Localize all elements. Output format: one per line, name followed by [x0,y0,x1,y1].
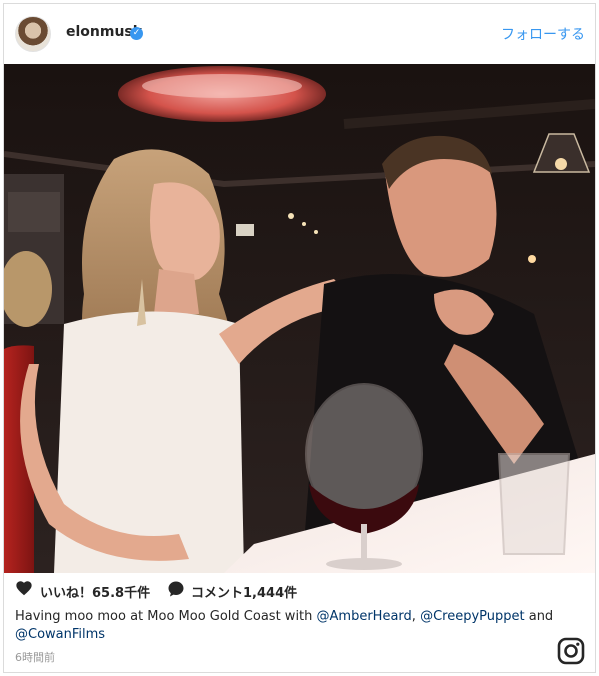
avatar[interactable] [15,16,51,52]
caption-text: , [411,609,421,624]
verified-badge-icon: ✓ [130,27,143,40]
caption-text: Having moo moo at Moo Moo Gold Coast wit… [15,609,317,624]
mention-link[interactable]: @AmberHeard [317,609,412,624]
post-actions: いいね！65.8千件 コメント1,444件 [4,576,595,602]
post-timestamp[interactable]: 6時間前 [15,649,55,665]
post-photo[interactable] [4,64,595,573]
post-caption: Having moo moo at Moo Moo Gold Coast wit… [15,608,575,644]
likes-count[interactable]: いいね！65.8千件 [40,582,150,601]
caption-text: and [524,609,554,624]
instagram-logo-icon[interactable] [557,637,585,665]
comments-count[interactable]: コメント1,444件 [191,582,297,601]
post-header: elonmusk ✓ フォローする [4,4,595,64]
follow-button[interactable]: フォローする [501,24,585,44]
mention-link[interactable]: @CreepyPuppet [420,609,525,624]
heart-icon[interactable] [15,580,33,596]
comment-icon[interactable] [167,580,185,598]
instagram-embed-card: elonmusk ✓ フォローする いいね！65.8千件 コメント1,444件 … [3,3,596,673]
photo-illustration [4,64,595,573]
mention-link[interactable]: @CowanFilms [15,627,105,642]
